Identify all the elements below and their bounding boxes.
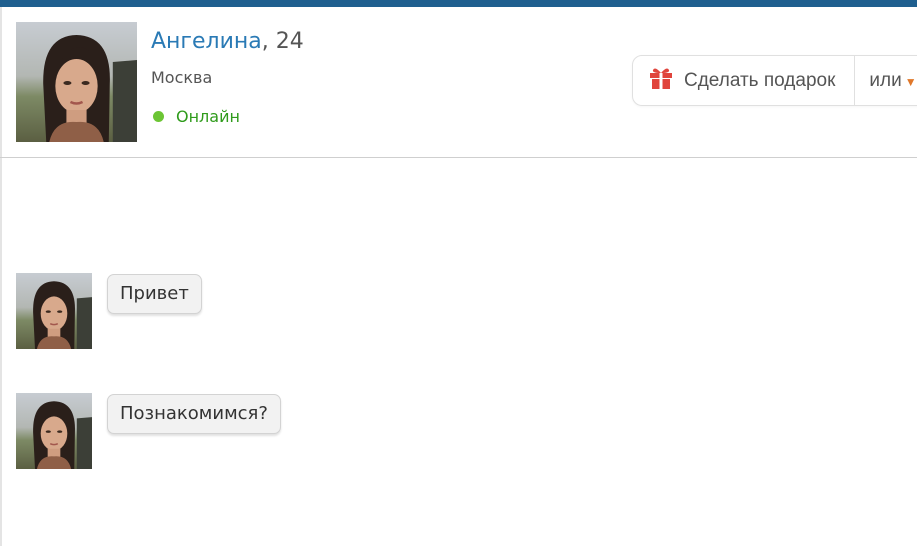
or-label: или [869,69,902,91]
profile-age: , 24 [261,29,304,54]
message-bubble: Привет [107,274,202,314]
message-avatar[interactable] [16,273,92,349]
chevron-down-icon: ▼ [904,74,917,89]
message-bubble: Познакомимся? [107,394,281,434]
gift-button-label: Сделать подарок [684,69,836,91]
gift-icon [648,66,684,96]
or-dropdown[interactable]: или ▼ [855,70,916,92]
message-row: Привет [16,273,202,349]
profile-avatar[interactable] [16,22,137,142]
profile-city: Москва [151,68,213,87]
online-dot-icon [153,111,164,122]
profile-header: Ангелина, 24 Москва Онлайн Сделать подар… [0,7,917,158]
message-avatar[interactable] [16,393,92,469]
profile-name-line: Ангелина, 24 [151,29,304,54]
online-status: Онлайн [153,107,240,126]
gift-button[interactable]: Сделать подарок [633,56,856,105]
online-status-label: Онлайн [176,107,240,126]
profile-name-link[interactable]: Ангелина [151,29,262,54]
profile-actions: Сделать подарок или ▼ [632,55,917,106]
message-row: Познакомимся? [16,393,281,469]
top-bar [0,0,917,7]
